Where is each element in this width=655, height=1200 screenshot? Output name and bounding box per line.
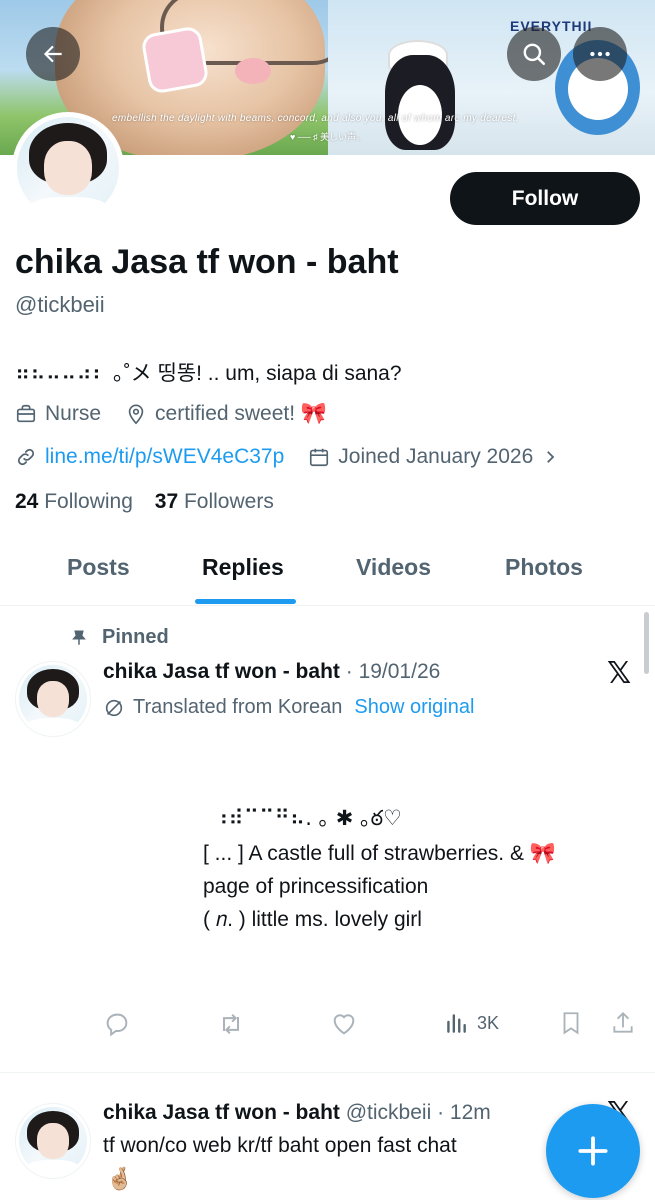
avatar-face [43, 141, 93, 195]
post-separator: · [345, 660, 359, 683]
views-chart-icon [447, 1014, 466, 1033]
following-label: Following [44, 490, 133, 513]
banner-hamster-badge [140, 25, 210, 95]
reply-button[interactable] [103, 1010, 139, 1038]
post-avatar-image [19, 665, 87, 733]
banner-caption: embellish the daylight with beams, conco… [112, 113, 519, 124]
translation-note: Translated from Korean Show original [103, 696, 474, 719]
pin-icon [72, 630, 86, 645]
post-avatar-2-face [36, 1123, 70, 1159]
pinned-indicator: Pinned [70, 626, 169, 649]
profile-display-name: chika Jasa tf won - baht [15, 243, 399, 281]
arrow-left-icon [43, 45, 62, 63]
profile-bio: ⠶⠦⠤⠤⠴⠆ ｡˚メ 띵똥! .. um, siapa di sana? [15, 362, 402, 385]
followers-count: 37 [154, 490, 179, 513]
profile-meta-row-2: line.me/ti/p/sWEV4eC37p Joined January 2… [15, 442, 591, 472]
banner-caption-secondary: ♥ ── ♯ 美しい声。 [290, 132, 366, 142]
heart-icon [333, 1014, 355, 1035]
more-button[interactable] [573, 27, 627, 81]
post-divider [0, 1072, 655, 1073]
x-logo-icon: 𝕏 [607, 656, 632, 691]
post-avatar-2-image [19, 1107, 87, 1175]
translate-icon [105, 699, 123, 716]
repost-button[interactable] [217, 1010, 253, 1038]
joined-item[interactable]: Joined January 2026 [308, 445, 567, 469]
active-tab-indicator [195, 599, 296, 604]
banner-hamster-nose [235, 58, 271, 84]
joined-text: Joined January 2026 [338, 445, 534, 468]
translated-label: Translated from Korean [133, 696, 343, 718]
post-header: chika Jasa tf won - baht · 19/01/26 [103, 660, 440, 684]
calendar-icon [310, 448, 329, 467]
plus-icon [578, 1136, 608, 1166]
tab-photos[interactable]: Photos [505, 554, 583, 581]
chevron-right-icon [547, 451, 555, 463]
reply-icon [106, 1013, 128, 1037]
search-button[interactable] [507, 27, 561, 81]
compose-post-button[interactable] [546, 1104, 640, 1198]
location-pin-icon [128, 404, 144, 425]
repost-icon [223, 1013, 239, 1035]
post-header-2: chika Jasa tf won - baht @tickbeii · 12m [103, 1101, 491, 1125]
like-button[interactable] [330, 1010, 366, 1038]
views-count: 3K [477, 1012, 500, 1033]
tab-posts[interactable]: Posts [67, 554, 130, 581]
pinned-label: Pinned [102, 626, 169, 648]
avatar-image [17, 117, 119, 219]
bookmark-button[interactable] [558, 1010, 592, 1036]
profile-tabs: Posts Replies Videos Photos [0, 540, 655, 606]
post-body-line-2: page of princessification [203, 875, 429, 898]
post-2-text: tf won/co web kr/tf baht open fast chat [103, 1134, 457, 1157]
post-date[interactable]: 19/01/26 [359, 660, 441, 683]
profile-meta-row-1: Nurse certified sweet! 🎀 [15, 399, 351, 429]
post-author-name[interactable]: chika Jasa tf won - baht [103, 660, 340, 683]
post-body-line-1: [ ... ] A castle full of strawberries. &… [203, 842, 556, 865]
share-button[interactable] [610, 1010, 644, 1036]
occupation-item: Nurse [15, 402, 101, 426]
following-count: 24 [15, 490, 39, 513]
show-original-link[interactable]: Show original [354, 696, 474, 719]
follow-button[interactable]: Follow [450, 172, 640, 225]
bookmark-icon [563, 1012, 579, 1035]
post-avatar-2-shirt [25, 1160, 81, 1175]
views-button[interactable]: 3K [443, 1010, 499, 1036]
more-horizontal-icon [590, 51, 610, 57]
post-avatar-face [36, 681, 70, 717]
tab-videos[interactable]: Videos [356, 554, 431, 581]
post-2-separator: · [431, 1101, 450, 1124]
post-avatar[interactable] [15, 661, 91, 737]
post-avatar-shirt [25, 718, 81, 733]
avatar-shirt [27, 196, 109, 219]
search-icon [523, 43, 546, 66]
location-text: certified sweet! 🎀 [155, 402, 328, 425]
location-item: certified sweet! 🎀 [125, 402, 327, 426]
post-2-time[interactable]: 12m [450, 1101, 491, 1124]
post-actions: 3K [103, 1010, 643, 1042]
post-body-line-3: ( 𝑛. ) little ms. lovely girl [203, 908, 422, 931]
following-count-link[interactable]: 24 Following [15, 490, 133, 513]
back-button[interactable] [26, 27, 80, 81]
post-2-handle[interactable]: @tickbeii [346, 1101, 432, 1124]
occupation-text: Nurse [45, 402, 102, 425]
profile-avatar[interactable] [12, 112, 124, 224]
tab-replies[interactable]: Replies [202, 554, 284, 581]
post-2-emoji: 🤞🏼 [106, 1166, 134, 1191]
followers-count-link[interactable]: 37 Followers [155, 490, 274, 513]
link-icon [17, 448, 35, 466]
profile-handle: @tickbeii [15, 292, 105, 317]
website-link[interactable]: line.me/ti/p/sWEV4eC37p [45, 445, 284, 469]
share-icon [613, 1011, 633, 1033]
post-avatar-2[interactable] [15, 1103, 91, 1179]
followers-label: Followers [183, 490, 274, 513]
post-2-author-name[interactable]: chika Jasa tf won - baht [103, 1101, 340, 1124]
follow-counts: 24 Following 37 Followers [15, 490, 274, 514]
briefcase-icon [16, 404, 36, 423]
post-decoration-line: ⠰⠾⠉⠉⠛⠦. ｡ ✱ ｡ఠ♡ [213, 806, 402, 830]
scrollbar[interactable] [644, 612, 649, 674]
website-item[interactable]: line.me/ti/p/sWEV4eC37p [15, 445, 284, 469]
